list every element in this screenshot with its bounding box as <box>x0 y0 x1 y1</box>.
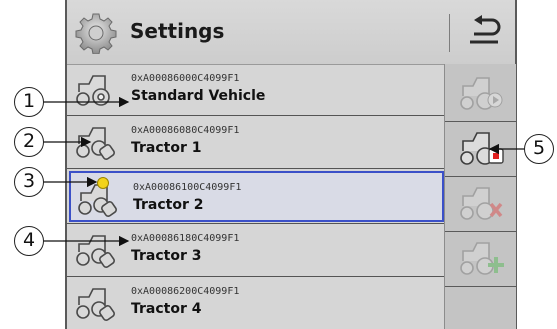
tractor-activate-icon[interactable] <box>453 70 509 114</box>
page-title: Settings <box>130 19 225 43</box>
callout-5: 5 <box>524 134 554 164</box>
row-divider <box>67 168 444 169</box>
header-bar: Settings <box>67 0 515 65</box>
vehicle-row[interactable]: 0xA00086180C4099F1 Tractor 3 <box>69 224 444 275</box>
header-divider <box>449 14 450 52</box>
callout-1: 1 <box>14 87 44 117</box>
vehicle-id: 0xA00086080C4099F1 <box>131 125 240 136</box>
tractor-edit-icon[interactable] <box>453 125 509 169</box>
vehicle-name: Standard Vehicle <box>131 88 266 104</box>
vehicle-row[interactable]: 0xA00086200C4099F1 Tractor 4 <box>69 277 444 328</box>
sidebar-divider <box>445 231 516 232</box>
vehicle-id: 0xA00086180C4099F1 <box>131 233 240 244</box>
tractor-add-icon[interactable] <box>453 235 509 279</box>
tractor-implement-icon <box>76 288 115 321</box>
tractor-implement-icon <box>76 235 115 268</box>
vehicle-list: 0xA00086000C4099F1 Standard Vehicle 0xA0… <box>67 64 444 329</box>
vehicle-id: 0xA00086100C4099F1 <box>133 182 242 193</box>
active-indicator-icon <box>97 177 109 189</box>
tractor-icon <box>76 75 110 106</box>
tractor-delete-icon[interactable] <box>453 180 509 224</box>
callout-4: 4 <box>14 226 44 256</box>
vehicle-name: Tractor 1 <box>131 140 202 156</box>
vehicle-row-selected[interactable]: 0xA00086100C4099F1 Tractor 2 <box>69 171 444 222</box>
sidebar-divider <box>445 121 516 122</box>
vehicle-row[interactable]: 0xA00086000C4099F1 Standard Vehicle <box>69 64 444 115</box>
back-arrow-icon[interactable] <box>460 14 508 54</box>
gear-icon <box>75 13 117 54</box>
vehicle-name: Tractor 3 <box>131 248 202 264</box>
vehicle-name: Tractor 4 <box>131 301 202 317</box>
vehicle-name: Tractor 2 <box>133 197 204 213</box>
tractor-implement-icon <box>76 127 115 160</box>
action-sidebar <box>444 64 516 329</box>
sidebar-divider <box>445 286 516 287</box>
vehicle-id: 0xA00086000C4099F1 <box>131 73 240 84</box>
vehicle-id: 0xA00086200C4099F1 <box>131 286 240 297</box>
callout-2: 2 <box>14 127 44 157</box>
vehicle-row[interactable]: 0xA00086080C4099F1 Tractor 1 <box>69 116 444 167</box>
callout-3: 3 <box>14 167 44 197</box>
settings-screen: Settings 0xA00086000C4099F1 Standard Veh… <box>65 0 517 329</box>
sidebar-divider <box>445 176 516 177</box>
